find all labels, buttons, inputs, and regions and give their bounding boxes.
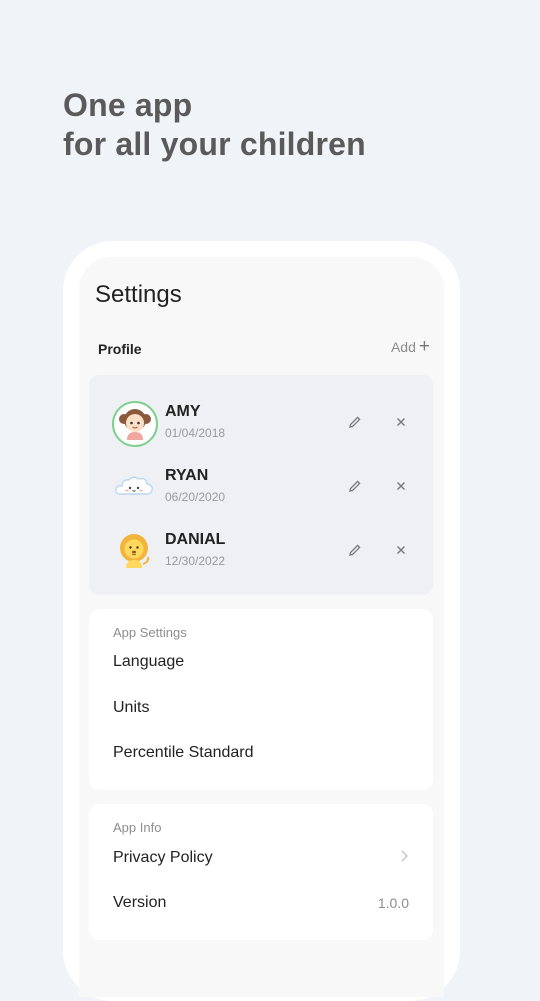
child-birthdate: 12/30/2022 [165,554,226,568]
percentile-standard-setting[interactable]: Percentile Standard [113,738,409,768]
page-title: Settings [95,281,182,308]
percentile-standard-label: Percentile Standard [113,744,254,761]
headline-line-2: for all your children [63,126,366,162]
version-label: Version [113,894,167,911]
units-setting[interactable]: Units [113,693,409,723]
child-row[interactable]: RYAN 06/20/2020 [89,459,433,519]
child-birthdate: 01/04/2018 [165,426,226,440]
chevron-right-icon [399,849,409,868]
app-settings-title: App Settings [113,625,187,640]
child-row[interactable]: DANIAL 12/30/2022 [89,523,433,583]
profiles-panel: AMY 01/04/2018 RYAN 06/20/2020 DANIAL 12… [89,375,433,595]
pencil-icon[interactable] [347,542,363,558]
headline: One app for all your children [63,86,366,164]
settings-screen: Settings Profile Add + AMY 01/04/2018 RY… [79,257,444,997]
child-name: RYAN [165,467,209,484]
close-icon[interactable] [393,542,409,558]
child-birthdate: 06/20/2020 [165,490,226,504]
pencil-icon[interactable] [347,478,363,494]
version-value: 1.0.0 [377,895,409,911]
units-label: Units [113,699,150,716]
pencil-icon[interactable] [347,414,363,430]
profile-section-label: Profile [98,341,142,357]
lion-avatar-icon [112,529,156,573]
close-icon[interactable] [393,478,409,494]
close-icon[interactable] [393,414,409,430]
child-name: DANIAL [165,531,226,548]
version-item: Version 1.0.0 [113,888,409,918]
child-row[interactable]: AMY 01/04/2018 [89,395,433,455]
app-info-title: App Info [113,820,162,835]
add-child-button[interactable]: Add + [390,336,430,357]
app-info-card: App Info Privacy Policy Version 1.0.0 [89,804,433,940]
plus-icon: + [418,336,430,357]
girl-avatar-icon [112,401,158,447]
cloud-avatar-icon [112,465,156,509]
privacy-policy-item[interactable]: Privacy Policy [113,843,409,873]
headline-line-1: One app [63,87,193,123]
privacy-policy-label: Privacy Policy [113,849,213,866]
language-label: Language [113,653,185,670]
app-settings-card: App Settings Language Units Percentile S… [89,609,433,790]
add-label: Add [390,339,416,355]
child-name: AMY [165,403,201,420]
language-setting[interactable]: Language [113,647,409,677]
